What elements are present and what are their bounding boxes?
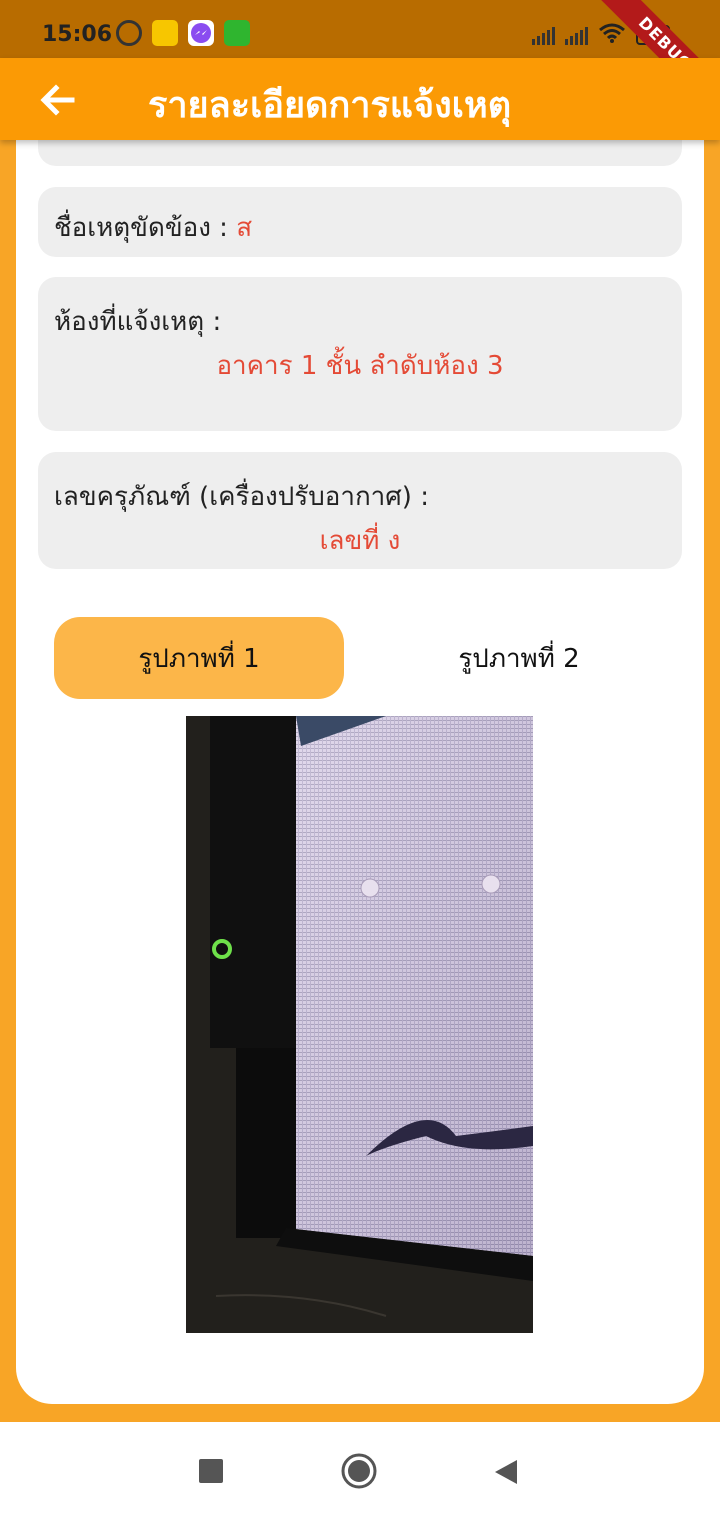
fault-name-box: ชื่อเหตุขัดข้อง : ส [38,187,682,257]
wifi-icon [598,22,626,48]
signal-icon [532,25,555,45]
back-nav-icon[interactable] [493,1458,519,1490]
signal-icon-2 [565,25,588,45]
detail-card: ชื่อเหตุขัดข้อง : ส ห้องที่แจ้งเหตุ : อา… [16,120,704,1404]
messenger-icon [188,20,214,46]
system-nav-bar [0,1422,720,1520]
tab-image-2[interactable]: รูปภาพที่ 2 [374,617,664,699]
status-bar: 15:06 DEBUG [0,0,720,122]
room-box: ห้องที่แจ้งเหตุ : อาคาร 1 ชั้น ลำดับห้อง… [38,277,682,431]
tab-image-1[interactable]: รูปภาพที่ 1 [54,617,344,699]
page-title: รายละเอียดการแจ้งเหตุ [148,85,512,126]
status-time: 15:06 [42,22,113,47]
equipment-box: เลขครุภัณฑ์ (เครื่องปรับอากาศ) : เลขที่ … [38,452,682,569]
incident-photo [186,716,533,1333]
home-icon[interactable] [340,1452,378,1494]
notification-icons [116,20,250,46]
back-arrow-icon[interactable] [36,78,80,122]
alarm-icon [116,20,142,46]
equipment-label: เลขครุภัณฑ์ (เครื่องปรับอากาศ) : [54,482,429,512]
recent-apps-icon[interactable] [199,1459,223,1483]
fault-name-row: ชื่อเหตุขัดข้อง : ส [54,207,252,248]
equipment-value: เลขที่ ง [319,526,401,556]
room-label: ห้องที่แจ้งเหตุ : [54,307,222,337]
eye-app-icon [152,20,178,46]
room-value: อาคาร 1 ชั้น ลำดับห้อง 3 [216,351,504,381]
fault-name-value: ส [236,213,253,243]
fault-name-label: ชื่อเหตุขัดข้อง : [54,213,228,243]
line-app-icon [224,20,250,46]
app-bar: รายละเอียดการแจ้งเหตุ [0,58,720,140]
